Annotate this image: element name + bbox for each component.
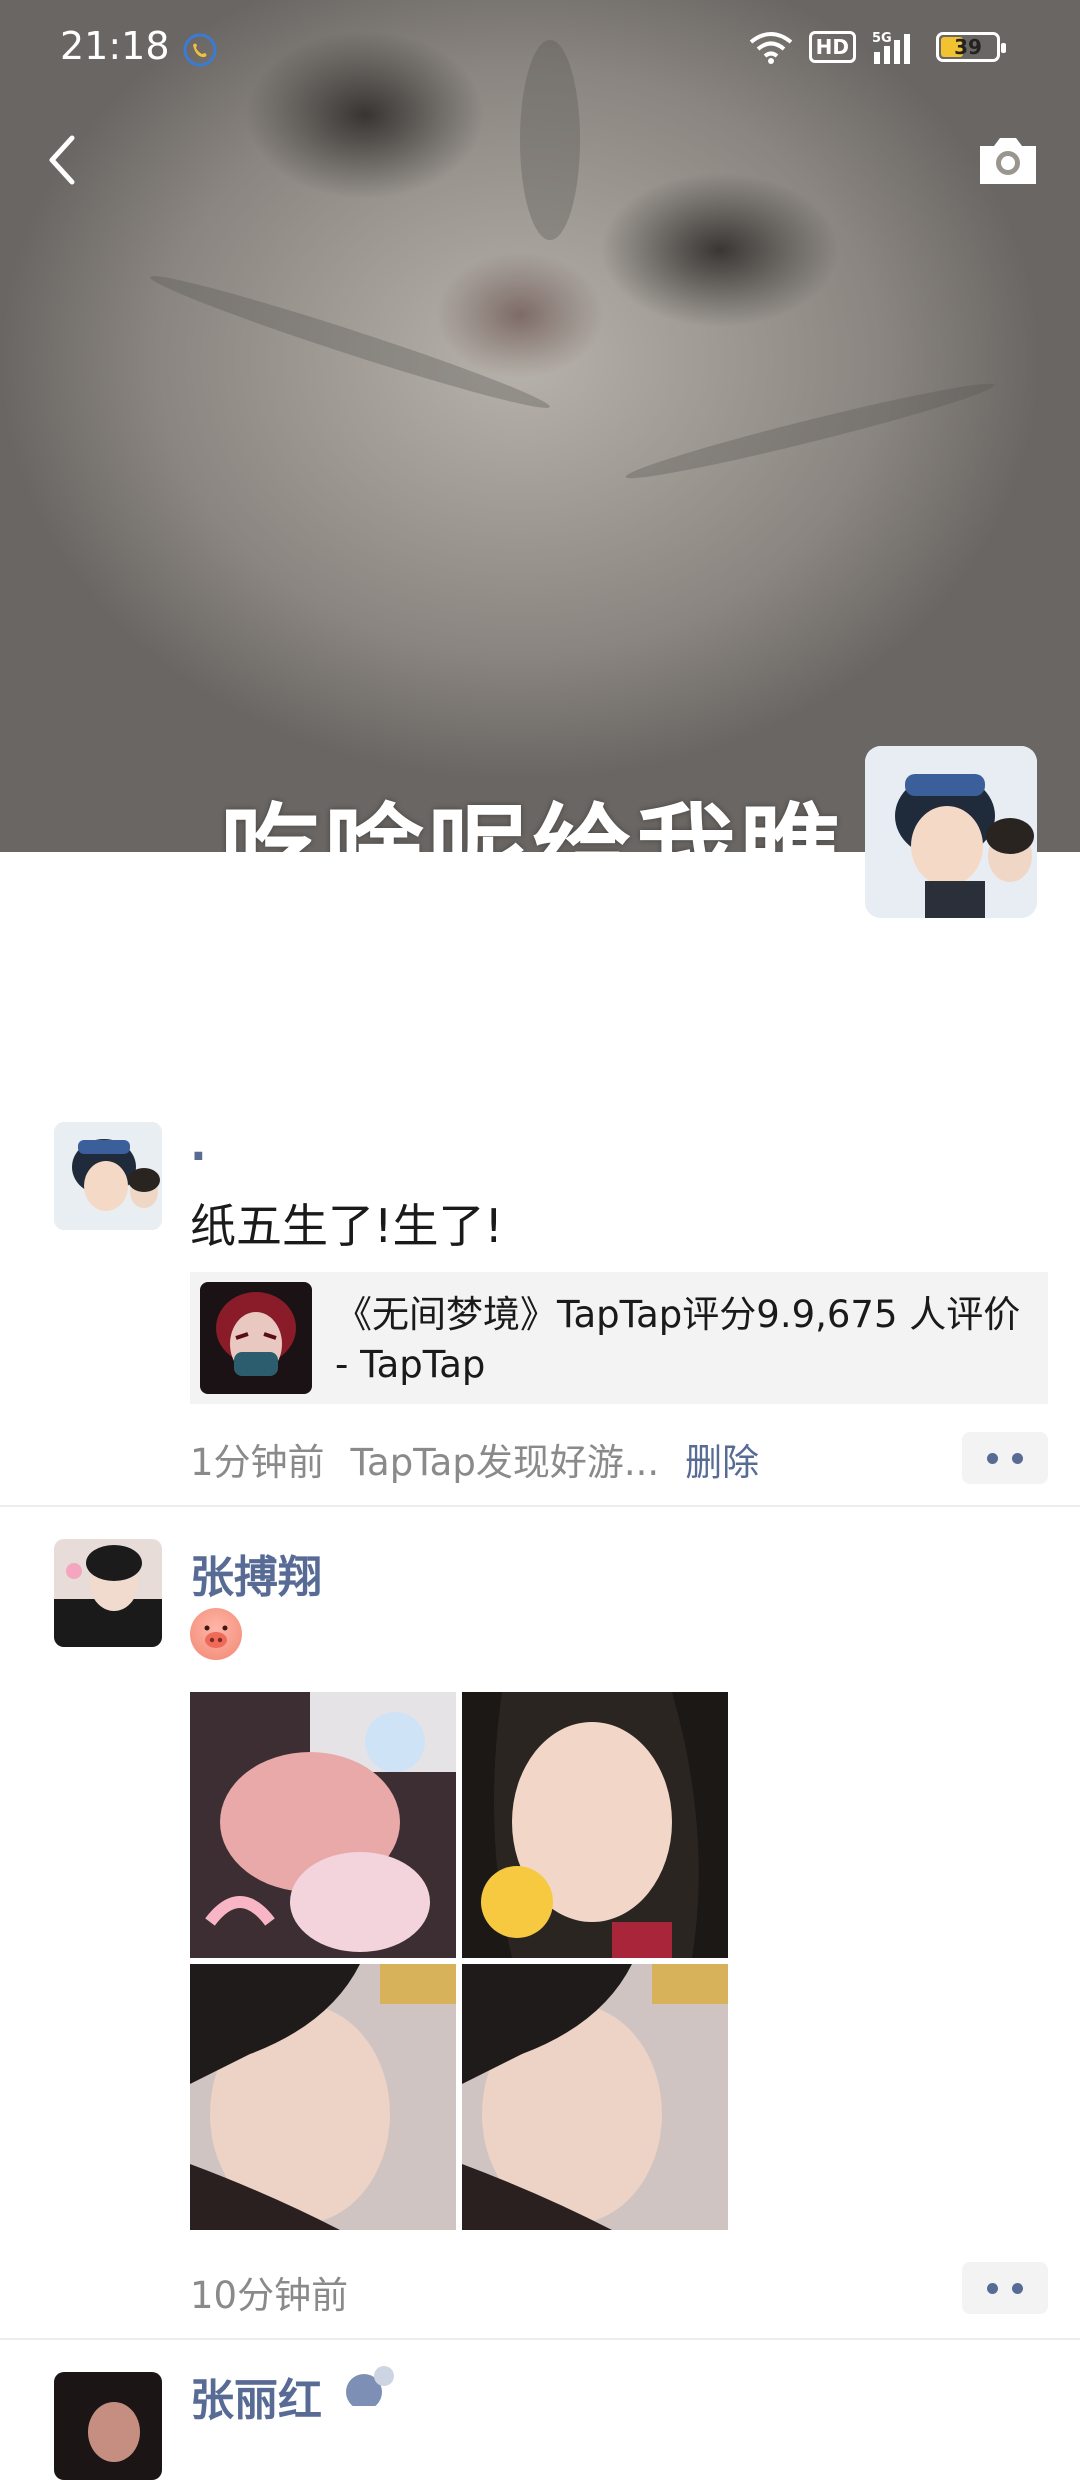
pig-face-icon bbox=[190, 1608, 242, 1660]
status-emoji-icon bbox=[346, 2366, 394, 2406]
post-meta: 10分钟前 bbox=[190, 2265, 348, 2319]
hd-badge: HD bbox=[808, 31, 856, 63]
link-card[interactable]: 《无间梦境》TapTap评分9.9,675 人评价 - TapTap bbox=[190, 1272, 1048, 1404]
avatar[interactable] bbox=[54, 1539, 162, 1647]
post-text: 纸五生了!生了! bbox=[190, 1199, 503, 1253]
cover-image[interactable]: 吃啥呢给我瞧 bbox=[0, 0, 1080, 852]
cover-caption: 吃啥呢给我瞧 bbox=[220, 793, 844, 852]
more-dots-icon[interactable] bbox=[962, 1432, 1048, 1484]
battery-level: 39 bbox=[954, 35, 982, 59]
post-source[interactable]: TapTap发现好游... bbox=[351, 1441, 660, 1484]
battery-indicator: 39 bbox=[936, 32, 1006, 62]
chevron-left-icon[interactable] bbox=[34, 130, 94, 190]
link-title: 《无间梦境》TapTap评分9.9,675 人评价 - TapTap bbox=[335, 1293, 1021, 1386]
status-time: 21:18 bbox=[60, 24, 170, 68]
post-time: 10分钟前 bbox=[190, 2274, 349, 2317]
avatar[interactable] bbox=[54, 2372, 162, 2480]
call-icon bbox=[183, 33, 217, 67]
post-nickname[interactable]: 张丽红 bbox=[190, 2364, 322, 2428]
svg-text:5G: 5G bbox=[872, 31, 892, 46]
more-dots-icon[interactable] bbox=[962, 2262, 1048, 2314]
post-time: 1分钟前 bbox=[190, 1441, 325, 1484]
signal-icon: 5G bbox=[872, 31, 910, 64]
post-divider bbox=[0, 2338, 1080, 2340]
status-bar: 21:18 HD 5G 39 bbox=[0, 0, 1080, 100]
post-nickname[interactable]: 张搏翔 bbox=[190, 1541, 322, 1605]
camera-icon[interactable] bbox=[976, 132, 1040, 188]
photo-thumbnail[interactable] bbox=[462, 1692, 728, 1958]
post-meta: 1分钟前 TapTap发现好游... 删除 bbox=[190, 1432, 759, 1486]
photo-thumbnail[interactable] bbox=[190, 1692, 456, 1958]
avatar[interactable] bbox=[54, 1122, 162, 1230]
delete-link[interactable]: 删除 bbox=[685, 1441, 759, 1484]
link-thumbnail bbox=[200, 1282, 312, 1394]
photo-thumbnail[interactable] bbox=[462, 1964, 728, 2230]
post-nickname[interactable]: . bbox=[190, 1120, 207, 1171]
post-divider bbox=[0, 1505, 1080, 1507]
photo-thumbnail[interactable] bbox=[190, 1964, 456, 2230]
photo-grid bbox=[190, 1692, 734, 2236]
wifi-icon bbox=[749, 32, 792, 64]
owner-avatar[interactable] bbox=[865, 746, 1037, 918]
